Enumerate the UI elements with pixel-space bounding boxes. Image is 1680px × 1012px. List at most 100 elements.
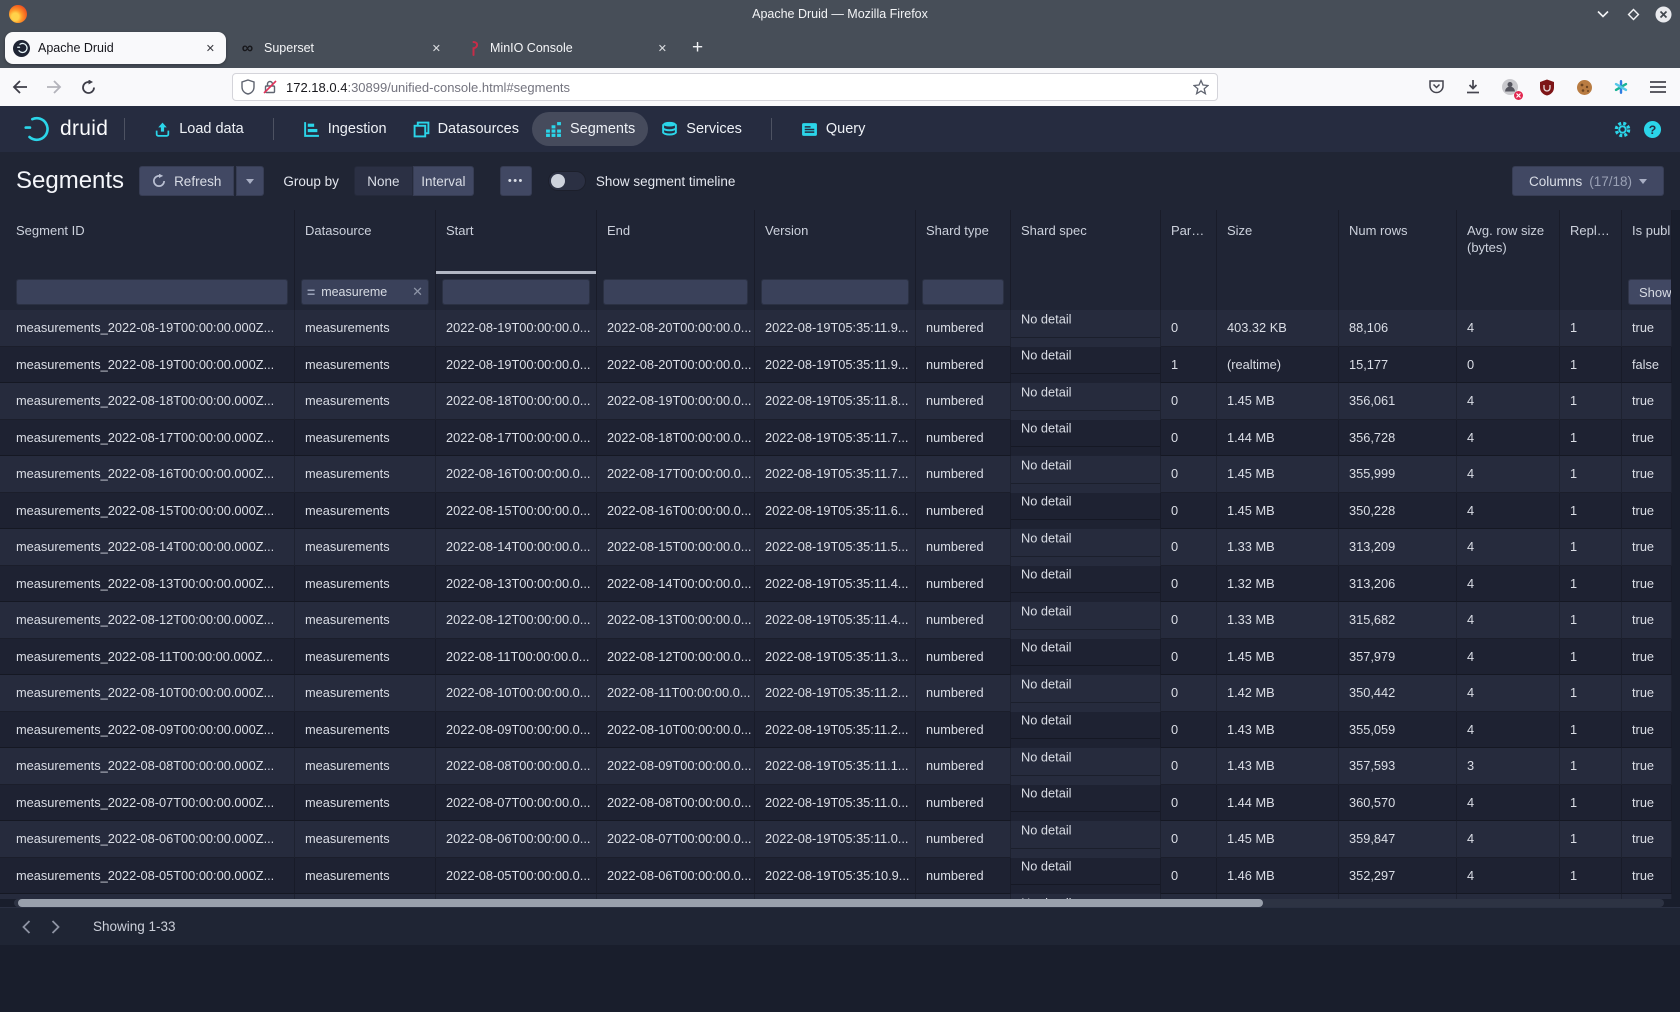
window-minimize-button[interactable] [1594,5,1612,23]
cell-end[interactable]: 2022-08-12T00:00:00.0... [597,639,755,676]
cell-avg-row-size[interactable]: 4 [1457,566,1560,603]
version-filter-input[interactable] [761,279,909,305]
cell-end[interactable]: 2022-08-20T00:00:00.0... [597,347,755,384]
downloads-icon[interactable] [1458,73,1488,101]
tab-close-icon[interactable]: ✕ [655,42,670,55]
cell-is-published[interactable]: true [1622,493,1672,530]
cell-start[interactable]: 2022-08-19T00:00:00.0... [436,347,597,384]
cell-segment-id[interactable]: measurements_2022-08-10T00:00:00.000Z... [0,675,295,712]
more-options-button[interactable]: ••• [500,166,532,196]
cell-shard-type[interactable]: numbered [916,566,1011,603]
column-header-end[interactable]: End [597,210,755,274]
cell-num-rows[interactable]: 355,059 [1339,712,1457,749]
druid-brand[interactable]: druid [22,114,108,144]
cell-start[interactable]: 2022-08-17T00:00:00.0... [436,420,597,457]
remove-filter-icon[interactable]: ✕ [412,284,423,300]
cell-replication[interactable]: 1 [1560,675,1622,712]
cell-segment-id[interactable]: measurements_2022-08-19T00:00:00.000Z... [0,310,295,347]
ublock-icon[interactable] [1532,73,1562,101]
cell-shard-type[interactable]: numbered [916,420,1011,457]
menu-hamburger-icon[interactable] [1643,73,1673,101]
cell-shard-type[interactable]: numbered [916,712,1011,749]
cell-shard-type[interactable]: numbered [916,748,1011,785]
cell-replication[interactable]: 1 [1560,712,1622,749]
column-header-segment-id[interactable]: Segment ID [0,210,295,274]
cell-version[interactable]: 2022-08-19T05:35:11.2... [755,712,916,749]
cell-datasource[interactable]: measurements [295,639,436,676]
cell-avg-row-size[interactable]: 4 [1457,785,1560,822]
cell-shard-type[interactable]: numbered [916,383,1011,420]
column-header-version[interactable]: Version [755,210,916,274]
cell-shard-type[interactable]: numbered [916,858,1011,895]
cell-datasource[interactable]: measurements [295,456,436,493]
columns-button[interactable]: Columns (17/18) [1512,166,1664,196]
cell-is-published[interactable]: true [1622,529,1672,566]
segment-id-filter-input[interactable] [16,279,288,305]
cell-datasource[interactable]: measurements [295,602,436,639]
cell-segment-id[interactable]: measurements_2022-08-16T00:00:00.000Z... [0,456,295,493]
is-published-filter-button[interactable]: Show [1628,279,1672,305]
cell-shard-type[interactable]: numbered [916,347,1011,384]
cell-start[interactable]: 2022-08-13T00:00:00.0... [436,566,597,603]
cell-end[interactable]: 2022-08-13T00:00:00.0... [597,602,755,639]
cell-size[interactable]: 1.46 MB [1217,858,1339,895]
cell-partition[interactable]: 0 [1161,310,1217,347]
cell-version[interactable]: 2022-08-19T05:35:11.4... [755,566,916,603]
cell-end[interactable]: 2022-08-10T00:00:00.0... [597,712,755,749]
cell-size[interactable]: 1.45 MB [1217,383,1339,420]
cell-partition[interactable]: 0 [1161,712,1217,749]
cell-datasource[interactable]: measurements [295,712,436,749]
column-header-avg-row-size[interactable]: Avg. row size (bytes) [1457,210,1560,274]
cell-size[interactable]: 1.44 MB [1217,420,1339,457]
cell-datasource[interactable]: measurements [295,821,436,858]
cell-shard-type[interactable]: numbered [916,785,1011,822]
reload-button[interactable] [74,73,102,101]
cell-partition[interactable]: 0 [1161,566,1217,603]
cell-start[interactable]: 2022-08-18T00:00:00.0... [436,383,597,420]
column-header-size[interactable]: Size [1217,210,1339,274]
cell-segment-id[interactable]: measurements_2022-08-09T00:00:00.000Z... [0,712,295,749]
cell-size[interactable]: 403.32 KB [1217,310,1339,347]
cell-partition[interactable]: 1 [1161,347,1217,384]
cell-start[interactable]: 2022-08-16T00:00:00.0... [436,456,597,493]
cell-partition[interactable]: 0 [1161,675,1217,712]
cell-size[interactable]: 1.33 MB [1217,602,1339,639]
cell-version[interactable]: 2022-08-19T05:35:11.5... [755,529,916,566]
cell-avg-row-size[interactable]: 4 [1457,602,1560,639]
cell-num-rows[interactable]: 315,682 [1339,602,1457,639]
nav-item-query[interactable]: Query [788,112,879,146]
forward-button[interactable] [40,73,68,101]
settings-gear-icon[interactable] [1613,120,1632,139]
end-filter-input[interactable] [603,279,748,305]
cell-size[interactable]: 1.45 MB [1217,456,1339,493]
cell-partition[interactable]: 0 [1161,785,1217,822]
window-maximize-button[interactable] [1624,5,1642,23]
cell-end[interactable]: 2022-08-17T00:00:00.0... [597,456,755,493]
back-button[interactable] [6,73,34,101]
url-bar[interactable]: 172.18.0.4:30899/unified-console.html#se… [232,73,1218,101]
cell-avg-row-size[interactable]: 4 [1457,858,1560,895]
cell-is-published[interactable]: true [1622,566,1672,603]
cell-avg-row-size[interactable]: 4 [1457,420,1560,457]
cell-end[interactable]: 2022-08-11T00:00:00.0... [597,675,755,712]
cell-start[interactable]: 2022-08-05T00:00:00.0... [436,858,597,895]
cell-datasource[interactable]: measurements [295,310,436,347]
cell-shard-type[interactable]: numbered [916,821,1011,858]
cell-partition[interactable]: 0 [1161,858,1217,895]
cell-shard-type[interactable]: numbered [916,639,1011,676]
cell-version[interactable]: 2022-08-19T05:35:11.0... [755,821,916,858]
cell-segment-id[interactable]: measurements_2022-08-15T00:00:00.000Z... [0,493,295,530]
cell-num-rows[interactable]: 357,593 [1339,748,1457,785]
cell-size[interactable]: (realtime) [1217,347,1339,384]
cell-partition[interactable]: 0 [1161,456,1217,493]
cell-is-published[interactable]: true [1622,310,1672,347]
cell-start[interactable]: 2022-08-09T00:00:00.0... [436,712,597,749]
cell-replication[interactable]: 1 [1560,566,1622,603]
cell-replication[interactable]: 1 [1560,347,1622,384]
cell-avg-row-size[interactable]: 4 [1457,529,1560,566]
column-header-shard-spec[interactable]: Shard spec [1011,210,1161,274]
new-tab-button[interactable]: + [692,37,703,59]
cell-is-published[interactable]: true [1622,748,1672,785]
cell-avg-row-size[interactable]: 4 [1457,675,1560,712]
nav-item-services[interactable]: Services [648,112,755,146]
